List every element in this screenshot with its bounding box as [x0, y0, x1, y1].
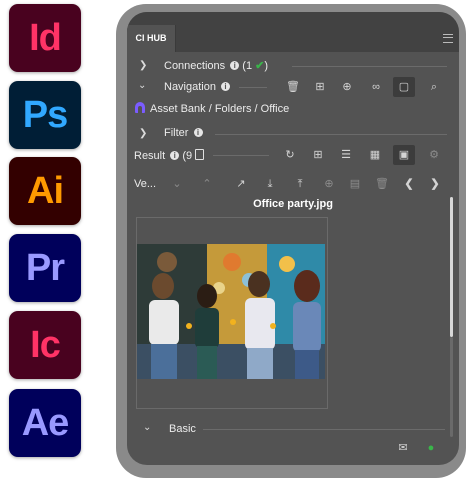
breadcrumb-separator: /: [251, 103, 261, 115]
connections-count: (1: [242, 60, 253, 72]
trash-icon[interactable]: 🗑︎: [282, 77, 304, 97]
breadcrumb-current: Office: [260, 103, 290, 115]
tab-bar: CI HUB: [127, 12, 459, 52]
link-icon[interactable]: ∞: [365, 77, 387, 97]
chevron-right-icon[interactable]: ❯: [139, 60, 147, 71]
incopy-label: Ic: [30, 324, 61, 366]
connections-heading: Connections i (1 ✔): [164, 59, 268, 72]
detail-view-icon[interactable]: ▣: [393, 145, 415, 165]
ci-hub-panel: CI HUB ❯ Connections i (1 ✔) ⌄ Navigatio…: [127, 12, 459, 465]
scrollbar-thumb[interactable]: [450, 197, 453, 337]
tab-ci-hub[interactable]: CI HUB: [127, 25, 176, 52]
mail-icon[interactable]: ✉: [392, 438, 414, 458]
panel-menu-icon[interactable]: [443, 34, 453, 43]
info-icon[interactable]: i: [193, 128, 203, 137]
basic-section[interactable]: ⌄ Basic: [127, 420, 459, 440]
info-icon[interactable]: i: [230, 61, 240, 70]
chevron-right-icon[interactable]: ❯: [139, 128, 147, 139]
connections-count-close: ): [264, 60, 269, 72]
download-icon[interactable]: ⤓: [259, 174, 281, 194]
divider: [213, 155, 269, 156]
navigation-label: Navigation: [164, 81, 216, 93]
info-icon[interactable]: i: [221, 82, 231, 91]
filter-heading: Filter i: [164, 127, 203, 139]
photoshop-app-icon[interactable]: Ps: [9, 81, 81, 149]
divider: [215, 134, 447, 135]
asset-bank-icon: [135, 102, 145, 113]
breadcrumb: Asset Bank / Folders / Office: [135, 102, 289, 115]
info-icon[interactable]: i: [170, 151, 180, 160]
result-label: Result: [134, 150, 166, 162]
chevron-down-icon[interactable]: ⌄: [143, 422, 151, 433]
view-label[interactable]: Ve...: [134, 178, 156, 190]
navigation-heading: Navigation i: [164, 81, 231, 93]
grid-view-icon[interactable]: ▦: [364, 145, 386, 165]
illustrator-app-icon[interactable]: Ai: [9, 157, 81, 225]
add-box-icon[interactable]: ⊞: [307, 145, 329, 165]
upload-icon[interactable]: ⤒: [289, 174, 311, 194]
asset-filename: Office party.jpg: [253, 198, 333, 210]
zoom-icon[interactable]: ⊕: [318, 174, 340, 194]
divider: [292, 66, 447, 67]
after-effects-app-icon[interactable]: Ae: [9, 389, 81, 457]
add-box-icon[interactable]: ⊞: [309, 77, 331, 97]
zoom-icon[interactable]: ⊕: [336, 77, 358, 97]
after-effects-label: Ae: [21, 402, 70, 444]
open-external-icon[interactable]: ↗: [230, 174, 252, 194]
premiere-app-icon[interactable]: Pr: [9, 234, 81, 302]
prev-icon[interactable]: ❮: [398, 174, 420, 194]
result-heading: Result i (9: [134, 149, 205, 162]
connections-label: Connections: [164, 60, 226, 72]
incopy-app-icon[interactable]: Ic: [9, 311, 81, 379]
divider: [203, 429, 445, 430]
folder-icon[interactable]: ▢: [393, 77, 415, 97]
user-icon[interactable]: ●: [420, 438, 442, 458]
file-icon: [195, 149, 205, 160]
office-party-photo: [137, 244, 325, 379]
photoshop-label: Ps: [22, 94, 68, 136]
chevron-down-icon[interactable]: ⌄: [166, 174, 188, 194]
list-view-icon[interactable]: ☰: [335, 145, 357, 165]
indesign-label: Id: [29, 17, 62, 59]
filter-label: Filter: [164, 127, 189, 139]
chevron-down-icon[interactable]: ⌄: [138, 80, 146, 91]
search-icon[interactable]: ⌕: [423, 77, 445, 97]
premiere-label: Pr: [25, 247, 65, 289]
checkmark-icon: ✔: [255, 60, 265, 72]
breadcrumb-separator: /: [205, 103, 215, 115]
lock-icon[interactable]: ▤: [344, 174, 366, 194]
result-count: (9: [182, 150, 193, 162]
refresh-icon[interactable]: ↻: [279, 145, 301, 165]
breadcrumb-root[interactable]: Asset Bank: [150, 103, 206, 115]
indesign-app-icon[interactable]: Id: [9, 4, 81, 72]
basic-label: Basic: [169, 423, 196, 435]
filter-section[interactable]: ❯ Filter i: [127, 124, 459, 144]
connections-section[interactable]: ❯ Connections i (1 ✔): [127, 56, 459, 76]
settings-icon[interactable]: ⚙: [423, 145, 445, 165]
trash-icon[interactable]: 🗑︎: [371, 174, 393, 194]
breadcrumb-folder[interactable]: Folders: [215, 103, 252, 115]
illustrator-label: Ai: [27, 170, 64, 212]
asset-thumbnail[interactable]: [137, 244, 325, 379]
divider: [239, 87, 267, 88]
next-icon[interactable]: ❯: [424, 174, 446, 194]
chevron-up-icon[interactable]: ⌃: [196, 174, 218, 194]
